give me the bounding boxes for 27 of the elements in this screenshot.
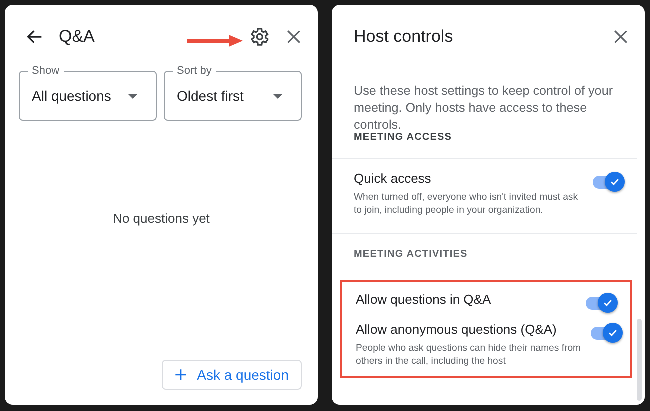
empty-message: No questions yet bbox=[113, 211, 210, 226]
setting-label: Allow anonymous questions (Q&A) bbox=[356, 322, 558, 337]
caret-icon bbox=[128, 94, 138, 98]
field-label: Sort by bbox=[173, 65, 216, 77]
panel-title: Q&A bbox=[59, 27, 95, 47]
setting-description: When turned off, everyone who isn't invited must ask to join, including people in your organization. bbox=[354, 191, 580, 217]
select-field[interactable]: Show All questions bbox=[19, 65, 157, 121]
setting-description: People who ask questions can hide their names from others in the call, including the host bbox=[356, 342, 582, 368]
intro-text: Use these host settings to keep control of your meeting. Only hosts have access to these controls. bbox=[353, 83, 614, 133]
toggle-switch[interactable] bbox=[591, 171, 625, 193]
setting-label: Quick access bbox=[354, 171, 432, 186]
panel-title: Host controls bbox=[354, 27, 454, 47]
section-heading: MEETING ACTIVITIES bbox=[353, 248, 469, 262]
ask-question-button[interactable]: Ask a question bbox=[162, 360, 302, 390]
caret-icon bbox=[273, 94, 283, 98]
select-field[interactable]: Sort by Oldest first bbox=[164, 65, 302, 121]
field-value: Oldest first bbox=[177, 88, 245, 104]
toggle-switch[interactable] bbox=[589, 322, 624, 344]
section-heading: MEETING ACCESS bbox=[332, 132, 637, 159]
annotation-arrow bbox=[187, 35, 243, 47]
toggle-switch[interactable] bbox=[584, 292, 618, 314]
setting-label: Allow questions in Q&A bbox=[356, 292, 492, 307]
scrollbar[interactable] bbox=[637, 319, 642, 401]
settings-icon[interactable] bbox=[248, 26, 270, 48]
field-label: Show bbox=[28, 65, 64, 77]
field-value: All questions bbox=[32, 88, 112, 104]
plus-icon bbox=[173, 367, 190, 383]
